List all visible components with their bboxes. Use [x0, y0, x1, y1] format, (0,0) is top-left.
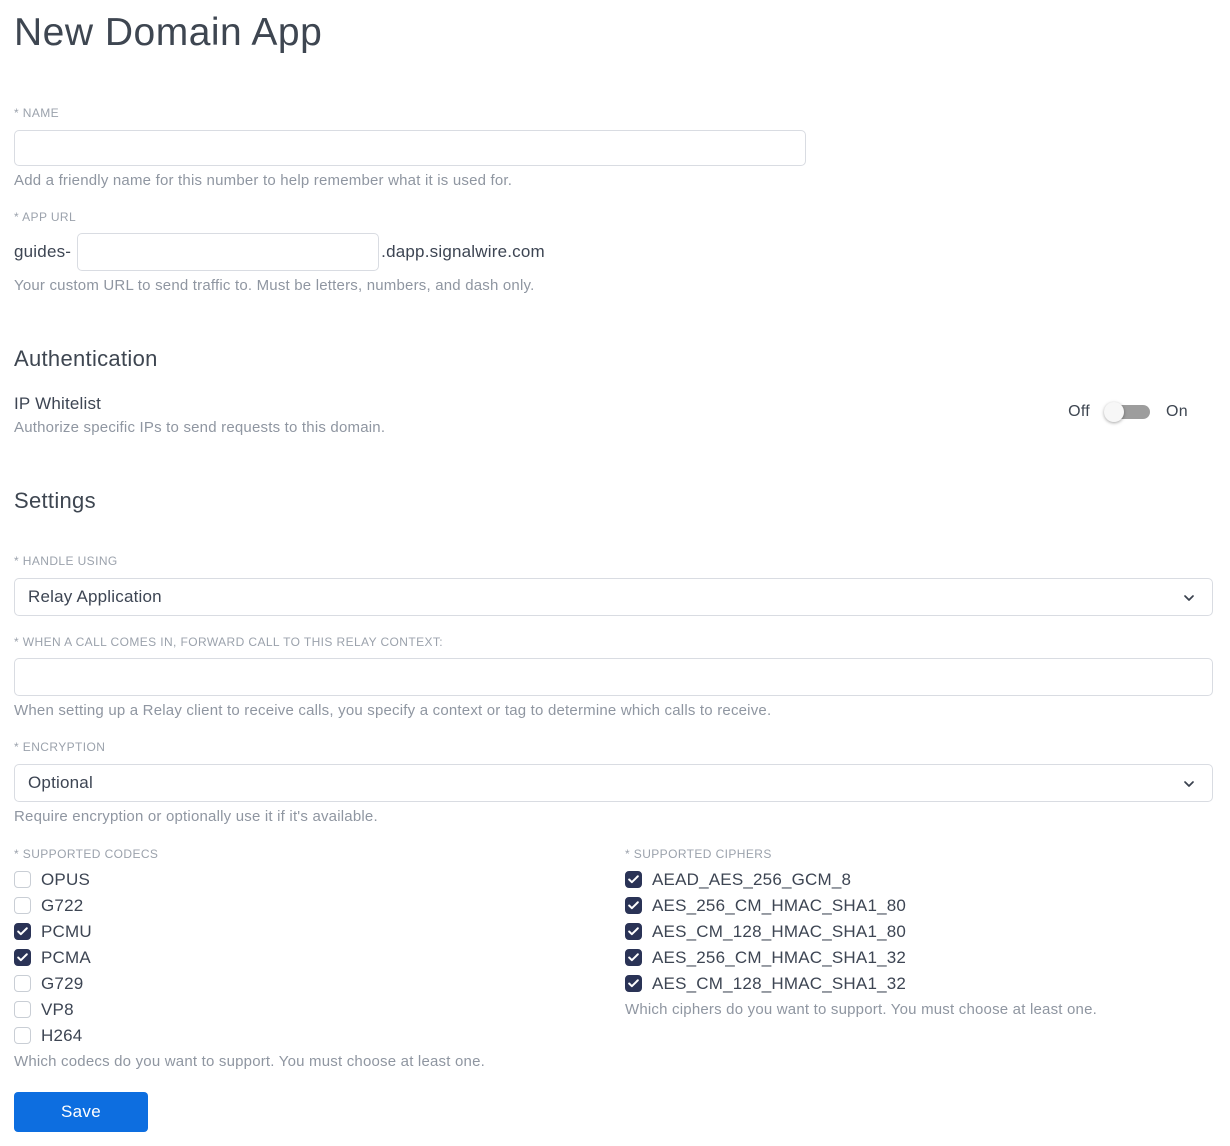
- authentication-heading: Authentication: [14, 345, 158, 371]
- codec-label: G722: [41, 895, 84, 915]
- handle-using-value: Relay Application: [28, 586, 162, 606]
- encryption-value: Optional: [28, 772, 93, 792]
- ip-whitelist-toggle-group: Off On: [1068, 401, 1188, 422]
- app-url-label: * APP URL: [14, 209, 77, 224]
- check-icon: [628, 979, 639, 988]
- aes-cm-128-hmac-sha1-80-checkbox[interactable]: [625, 923, 642, 941]
- check-icon: [628, 927, 639, 936]
- ip-whitelist-label: IP Whitelist: [14, 393, 102, 413]
- codec-label: H264: [41, 1025, 83, 1045]
- codecs-ciphers-row: * SUPPORTED CODECS OPUS G722 PCMU PCMA G…: [14, 847, 1213, 1070]
- ip-whitelist-row: IP Whitelist Authorize specific IPs to s…: [14, 394, 1213, 436]
- pcmu-checkbox[interactable]: [14, 923, 31, 941]
- encryption-label: * ENCRYPTION: [14, 739, 106, 754]
- ip-whitelist-toggle[interactable]: [1104, 401, 1152, 422]
- relay-context-input[interactable]: [14, 657, 1213, 696]
- codec-option-vp8[interactable]: VP8: [14, 999, 625, 1019]
- supported-ciphers-label: * SUPPORTED CIPHERS: [625, 846, 772, 861]
- codecs-helper-text: Which codecs do you want to support. You…: [14, 1052, 485, 1070]
- cipher-option-aes-256-cm-hmac-sha1-32[interactable]: AES_256_CM_HMAC_SHA1_32: [625, 947, 1213, 967]
- codec-label: VP8: [41, 999, 74, 1019]
- codecs-list: OPUS G722 PCMU PCMA G729 VP8 H264: [14, 869, 625, 1045]
- encryption-group: * ENCRYPTION Optional Require encryption…: [14, 740, 1213, 825]
- encryption-select[interactable]: Optional: [14, 763, 1213, 802]
- check-icon: [628, 953, 639, 962]
- codec-option-pcmu[interactable]: PCMU: [14, 921, 625, 941]
- save-button[interactable]: Save: [14, 1091, 148, 1132]
- chevron-down-icon: [1184, 594, 1194, 601]
- cipher-option-aead-aes-256-gcm-8[interactable]: AEAD_AES_256_GCM_8: [625, 869, 1213, 889]
- codec-option-g722[interactable]: G722: [14, 895, 625, 915]
- h264-checkbox[interactable]: [14, 1027, 31, 1045]
- check-icon: [628, 901, 639, 910]
- cipher-label: AES_CM_128_HMAC_SHA1_80: [652, 921, 907, 941]
- app-url-helper-text: Your custom URL to send traffic to. Must…: [14, 276, 535, 294]
- cipher-label: AES_256_CM_HMAC_SHA1_80: [652, 895, 907, 915]
- name-label: * NAME: [14, 105, 60, 120]
- check-icon: [17, 927, 28, 936]
- opus-checkbox[interactable]: [14, 871, 31, 889]
- ciphers-list: AEAD_AES_256_GCM_8 AES_256_CM_HMAC_SHA1_…: [625, 869, 1213, 993]
- authentication-section: Authentication IP Whitelist Authorize sp…: [14, 346, 1213, 436]
- supported-codecs-group: * SUPPORTED CODECS OPUS G722 PCMU PCMA G…: [14, 847, 625, 1070]
- cipher-label: AES_CM_128_HMAC_SHA1_32: [652, 973, 907, 993]
- supported-codecs-label: * SUPPORTED CODECS: [14, 846, 159, 861]
- codec-label: PCMU: [41, 921, 92, 941]
- encryption-helper-text: Require encryption or optionally use it …: [14, 807, 378, 825]
- chevron-down-icon: [1184, 780, 1194, 787]
- name-helper-text: Add a friendly name for this number to h…: [14, 171, 513, 189]
- ip-whitelist-helper-text: Authorize specific IPs to send requests …: [14, 418, 386, 436]
- codec-label: G729: [41, 973, 84, 993]
- pcma-checkbox[interactable]: [14, 949, 31, 967]
- app-url-suffix: .dapp.signalwire.com: [381, 241, 545, 261]
- cipher-label: AEAD_AES_256_GCM_8: [652, 869, 852, 889]
- handle-using-label: * HANDLE USING: [14, 553, 118, 568]
- codec-option-g729[interactable]: G729: [14, 973, 625, 993]
- supported-ciphers-group: * SUPPORTED CIPHERS AEAD_AES_256_GCM_8 A…: [625, 847, 1213, 1070]
- codec-label: PCMA: [41, 947, 91, 967]
- codec-option-h264[interactable]: H264: [14, 1025, 625, 1045]
- app-url-prefix: guides-: [14, 241, 72, 261]
- app-url-row: guides- .dapp.signalwire.com: [14, 232, 1213, 271]
- settings-heading: Settings: [14, 487, 96, 513]
- codec-label: OPUS: [41, 869, 90, 889]
- page-title: New Domain App: [14, 11, 323, 54]
- toggle-knob: [1104, 401, 1125, 422]
- toggle-off-label: Off: [1068, 402, 1091, 420]
- g722-checkbox[interactable]: [14, 897, 31, 915]
- handle-using-group: * HANDLE USING Relay Application: [14, 554, 1213, 616]
- relay-context-label: * WHEN A CALL COMES IN, FORWARD CALL TO …: [14, 634, 444, 649]
- cipher-option-aes-cm-128-hmac-sha1-80[interactable]: AES_CM_128_HMAC_SHA1_80: [625, 921, 1213, 941]
- name-field-group: * NAME Add a friendly name for this numb…: [14, 106, 1213, 189]
- check-icon: [628, 875, 639, 884]
- aes-cm-128-hmac-sha1-32-checkbox[interactable]: [625, 975, 642, 993]
- ip-whitelist-info: IP Whitelist Authorize specific IPs to s…: [14, 394, 385, 436]
- app-url-input[interactable]: [77, 232, 380, 271]
- aes-256-cm-hmac-sha1-80-checkbox[interactable]: [625, 897, 642, 915]
- vp8-checkbox[interactable]: [14, 1001, 31, 1019]
- aes-256-cm-hmac-sha1-32-checkbox[interactable]: [625, 949, 642, 967]
- relay-context-group: * WHEN A CALL COMES IN, FORWARD CALL TO …: [14, 635, 1213, 719]
- name-input[interactable]: [14, 129, 806, 166]
- handle-using-select[interactable]: Relay Application: [14, 577, 1213, 616]
- cipher-option-aes-cm-128-hmac-sha1-32[interactable]: AES_CM_128_HMAC_SHA1_32: [625, 973, 1213, 993]
- toggle-on-label: On: [1166, 402, 1188, 420]
- relay-context-helper-text: When setting up a Relay client to receiv…: [14, 701, 772, 719]
- codec-option-pcma[interactable]: PCMA: [14, 947, 625, 967]
- aead-aes-256-gcm-8-checkbox[interactable]: [625, 871, 642, 889]
- g729-checkbox[interactable]: [14, 975, 31, 993]
- cipher-label: AES_256_CM_HMAC_SHA1_32: [652, 947, 907, 967]
- check-icon: [17, 953, 28, 962]
- app-url-field-group: * APP URL guides- .dapp.signalwire.com Y…: [14, 210, 1213, 294]
- codec-option-opus[interactable]: OPUS: [14, 869, 625, 889]
- settings-section: Settings * HANDLE USING Relay Applicatio…: [14, 488, 1213, 1132]
- new-domain-app-page: New Domain App * NAME Add a friendly nam…: [0, 0, 1230, 1146]
- ciphers-helper-text: Which ciphers do you want to support. Yo…: [625, 1000, 1098, 1018]
- cipher-option-aes-256-cm-hmac-sha1-80[interactable]: AES_256_CM_HMAC_SHA1_80: [625, 895, 1213, 915]
